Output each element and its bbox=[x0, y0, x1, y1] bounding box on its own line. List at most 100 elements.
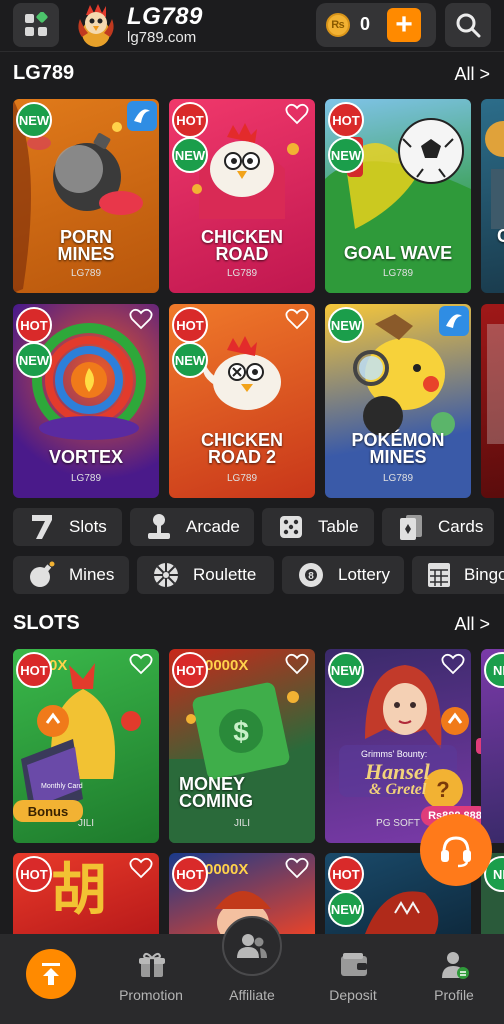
game-title-line2: ROAD 2 bbox=[207, 447, 276, 467]
rooster-logo bbox=[72, 3, 120, 49]
game-glyph: 胡 bbox=[51, 860, 107, 922]
game-card-chicken-road-2[interactable]: HOT NEW CHICKEN ROAD 2 LG789 bbox=[169, 304, 315, 498]
monthly-card-label: Monthly Card bbox=[41, 783, 83, 790]
category-label: Roulette bbox=[193, 565, 257, 584]
game-title-line1: GOAL WAVE bbox=[343, 243, 453, 263]
hot-badge: HOT bbox=[172, 856, 208, 892]
coin-icon: ₨ bbox=[326, 13, 350, 37]
favorite-heart-icon[interactable] bbox=[441, 653, 465, 675]
headset-icon bbox=[441, 836, 471, 868]
balance-amount: 0 bbox=[360, 14, 371, 34]
favorite-heart-icon[interactable] bbox=[285, 308, 309, 330]
favorite-heart-icon[interactable] bbox=[285, 653, 309, 675]
game-provider: LG789 bbox=[226, 473, 258, 484]
multiplier-text: 0000X bbox=[205, 657, 249, 674]
grid-menu-icon bbox=[25, 12, 48, 36]
nav-profile[interactable]: Profile bbox=[404, 934, 504, 1024]
game-logo-title-2: & Gretel bbox=[369, 781, 427, 798]
brand-url: lg789.com bbox=[127, 29, 197, 46]
menu-button[interactable] bbox=[13, 3, 59, 47]
category-chip-cards[interactable]: Cards bbox=[382, 508, 494, 546]
game-provider: LG789 bbox=[382, 473, 414, 484]
roulette-icon bbox=[151, 560, 181, 590]
category-chip-roulette[interactable]: Roulette bbox=[137, 556, 274, 594]
balance-box: ₨ 0 + bbox=[316, 3, 436, 47]
slots-all-link[interactable]: All > bbox=[454, 614, 490, 635]
game-card-partial-3[interactable]: NE bbox=[481, 649, 504, 843]
category-chip-arcade[interactable]: Arcade bbox=[130, 508, 254, 546]
lg789-all-link[interactable]: All > bbox=[454, 64, 490, 85]
customer-support-button[interactable] bbox=[420, 814, 492, 886]
svg-text:8: 8 bbox=[308, 571, 314, 582]
game-provider: LG789 bbox=[70, 473, 102, 484]
category-chip-lottery[interactable]: 8 Lottery bbox=[282, 556, 404, 594]
game-title-line1: VORTEX bbox=[48, 447, 123, 467]
partial-card-art bbox=[485, 121, 504, 229]
gift-icon bbox=[139, 952, 165, 977]
favorite-heart-icon[interactable] bbox=[129, 653, 153, 675]
new-badge: NEW bbox=[328, 891, 364, 927]
hot-badge: HOT bbox=[328, 856, 364, 892]
category-chip-mines[interactable]: Mines bbox=[13, 556, 129, 594]
nav-promotion[interactable]: Promotion bbox=[101, 934, 201, 1024]
game-logo-subtitle: Grimms' Bounty: bbox=[361, 749, 428, 759]
category-label: Slots bbox=[69, 517, 107, 536]
new-badge: NEW bbox=[16, 342, 52, 378]
page: LG789 lg789.com ₨ 0 + LG789 All > NEW PO… bbox=[0, 0, 504, 1024]
category-label: Bingo bbox=[464, 565, 504, 584]
nav-deposit[interactable]: Deposit bbox=[303, 934, 403, 1024]
game-card-pokemon-mines[interactable]: NEW POKÉMON MINES LG789 bbox=[325, 304, 471, 498]
game-card-goal-wave[interactable]: HOT NEW GOAL WAVE LG789 bbox=[325, 99, 471, 293]
game-title-line2: ROAD bbox=[215, 244, 269, 264]
game-title-line2: MINES bbox=[369, 447, 427, 467]
joystick-icon bbox=[144, 512, 174, 542]
nav-label: Affiliate bbox=[229, 987, 275, 1003]
category-chip-table[interactable]: Table bbox=[262, 508, 374, 546]
hot-badge: HOT bbox=[172, 307, 208, 343]
favorite-heart-icon[interactable] bbox=[285, 103, 309, 125]
search-icon bbox=[456, 13, 481, 38]
new-badge: NE bbox=[484, 652, 504, 688]
game-card-chicken-road[interactable]: HOT NEW CHICKEN ROAD LG789 bbox=[169, 99, 315, 293]
wallet-icon bbox=[341, 953, 367, 976]
favorite-heart-icon[interactable] bbox=[129, 857, 153, 879]
game-card-porn-mines[interactable]: NEW PORN MINES LG789 bbox=[13, 99, 159, 293]
hot-badge: HOT bbox=[16, 856, 52, 892]
hot-badge: HOT bbox=[16, 307, 52, 343]
add-funds-button[interactable]: + bbox=[387, 8, 421, 42]
new-badge: NEW bbox=[328, 137, 364, 173]
category-chip-bingo[interactable]: Bingo bbox=[412, 556, 504, 594]
bonus-chip[interactable]: Bonus bbox=[13, 800, 83, 822]
favorite-heart-icon[interactable] bbox=[129, 308, 153, 330]
hot-badge: HOT bbox=[16, 652, 52, 688]
svg-text:?: ? bbox=[436, 777, 449, 802]
nav-affiliate[interactable]: Affiliate bbox=[202, 916, 302, 1024]
lottery-ball-icon: 8 bbox=[296, 560, 326, 590]
search-button[interactable] bbox=[445, 3, 491, 47]
game-provider: LG789 bbox=[70, 268, 102, 279]
game-card-slot-4[interactable]: 胡 HOT bbox=[13, 853, 159, 934]
new-badge: NEW bbox=[16, 102, 52, 138]
cards-icon bbox=[396, 512, 426, 542]
provider-logo-icon bbox=[439, 306, 469, 336]
new-badge: NEW bbox=[328, 307, 364, 343]
category-label: Table bbox=[318, 517, 359, 536]
nav-label: Promotion bbox=[119, 987, 183, 1003]
profile-icon bbox=[442, 952, 469, 979]
svg-text:$: $ bbox=[233, 716, 249, 747]
game-card-money-coming[interactable]: $ 0000X HOT MONEY COMING JILI bbox=[169, 649, 315, 843]
game-provider: LG789 bbox=[226, 268, 258, 279]
game-card-partial-2[interactable] bbox=[481, 304, 504, 498]
hot-badge: HOT bbox=[172, 102, 208, 138]
category-chip-slots[interactable]: Slots bbox=[13, 508, 122, 546]
scroll-top-button[interactable] bbox=[0, 934, 100, 1024]
section-title-lg789: LG789 bbox=[13, 62, 75, 84]
seven-icon bbox=[27, 512, 57, 542]
game-card-vortex[interactable]: HOT NEW VORTEX LG789 bbox=[13, 304, 159, 498]
game-card-partial-1[interactable]: C bbox=[481, 99, 504, 293]
nav-label: Profile bbox=[434, 987, 474, 1003]
bomb-icon bbox=[27, 560, 57, 590]
category-label: Cards bbox=[438, 517, 484, 536]
favorite-heart-icon[interactable] bbox=[285, 857, 309, 879]
bingo-card-icon bbox=[426, 560, 452, 590]
